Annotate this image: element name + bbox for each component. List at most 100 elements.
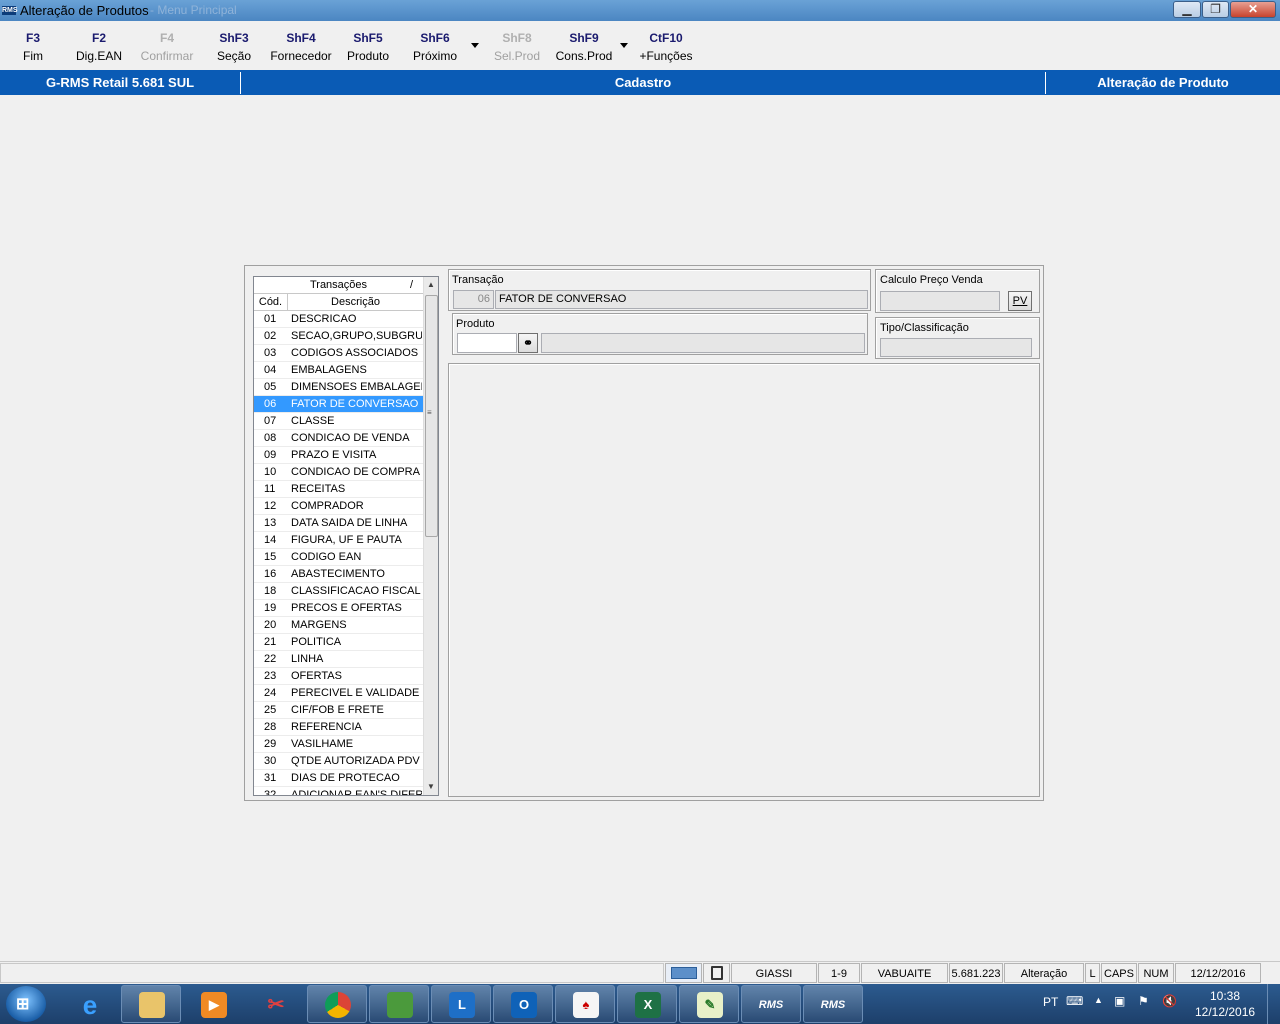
- shortcut-key: ShF5: [353, 31, 383, 45]
- taskbar-rms-2[interactable]: RMS: [803, 985, 863, 1023]
- button-label: +Funções: [639, 49, 693, 63]
- pv-button[interactable]: PV: [1008, 291, 1032, 311]
- transaction-description: CODIGOS ASSOCIADOS: [291, 347, 419, 359]
- toolbar-button-dig-ean[interactable]: F2 Dig.EAN: [64, 31, 134, 63]
- transaction-row[interactable]: 30 QTDE AUTORIZADA PDV: [254, 753, 423, 770]
- transaction-row[interactable]: 32 ADICIONAR EAN'S DIFERE: [254, 787, 423, 795]
- transaction-row[interactable]: 21 POLITICA: [254, 634, 423, 651]
- transaction-row[interactable]: 08 CONDICAO DE VENDA: [254, 430, 423, 447]
- taskbar-snipping-tool[interactable]: ✂: [245, 985, 305, 1023]
- scrollbar-thumb[interactable]: ≡: [425, 295, 438, 537]
- transaction-row[interactable]: 28 REFERENCIA: [254, 719, 423, 736]
- scroll-up-arrow-icon[interactable]: ▲: [427, 280, 435, 289]
- toolbar-button-cons-prod[interactable]: ShF9 Cons.Prod: [549, 31, 619, 63]
- proximo-dropdown-arrow-icon[interactable]: [471, 43, 479, 48]
- transaction-row[interactable]: 04 EMBALAGENS: [254, 362, 423, 379]
- transaction-row[interactable]: 13 DATA SAIDA DE LINHA: [254, 515, 423, 532]
- toolbar-button-proximo[interactable]: ShF6 Próximo: [400, 31, 470, 63]
- close-button[interactable]: ✕: [1230, 1, 1276, 18]
- language-indicator[interactable]: PT: [1043, 995, 1058, 1009]
- transaction-code: 14: [264, 534, 277, 546]
- transactions-scrollbar[interactable]: ▲ ≡ ▼: [423, 277, 438, 795]
- keyboard-tray-icon[interactable]: ⌨: [1066, 994, 1083, 1008]
- taskbar-internet-explorer[interactable]: e: [59, 985, 119, 1023]
- toolbar-button-produto[interactable]: ShF5 Produto: [333, 31, 403, 63]
- folder-icon: [139, 992, 165, 1018]
- tipo-classificacao-group: Tipo/Classificação: [875, 317, 1040, 359]
- shortcut-key: F3: [25, 31, 40, 45]
- taskbar-lync[interactable]: L: [431, 985, 491, 1023]
- transaction-row[interactable]: 31 DIAS DE PROTECAO: [254, 770, 423, 787]
- transaction-row[interactable]: 10 CONDICAO DE COMPRA: [254, 464, 423, 481]
- transaction-row[interactable]: 29 VASILHAME: [254, 736, 423, 753]
- transaction-row[interactable]: 09 PRAZO E VISITA: [254, 447, 423, 464]
- window-title: Alteração de Produtos: [20, 3, 149, 18]
- clock-date[interactable]: 12/12/2016: [1195, 1005, 1255, 1019]
- column-header-code[interactable]: Cód.: [254, 294, 288, 311]
- taskbar-rms-db[interactable]: [369, 985, 429, 1023]
- keyboard-icon[interactable]: [665, 963, 702, 983]
- transaction-row[interactable]: 01 DESCRICAO: [254, 311, 423, 328]
- transaction-row[interactable]: 22 LINHA: [254, 651, 423, 668]
- binoculars-icon: ⚭: [522, 336, 534, 350]
- taskbar-file-explorer[interactable]: [121, 985, 181, 1023]
- transaction-row[interactable]: 05 DIMENSOES EMBALAGEM: [254, 379, 423, 396]
- status-caps: CAPS: [1101, 963, 1137, 983]
- clipboard-icon[interactable]: [703, 963, 730, 983]
- internet-explorer-icon: e: [82, 990, 98, 1020]
- transaction-row[interactable]: 24 PERECIVEL E VALIDADE: [254, 685, 423, 702]
- transacao-code-field[interactable]: 06: [453, 290, 494, 309]
- cons-prod-dropdown-arrow-icon[interactable]: [620, 43, 628, 48]
- taskbar-notepad-plus-plus[interactable]: ✎: [679, 985, 739, 1023]
- transaction-description: QTDE AUTORIZADA PDV: [291, 755, 420, 767]
- taskbar-chrome[interactable]: [307, 985, 367, 1023]
- toolbar-button-mais-funcoes[interactable]: CtF10 +Funções: [631, 31, 701, 63]
- transaction-row[interactable]: 19 PRECOS E OFERTAS: [254, 600, 423, 617]
- toolbar-button-secao[interactable]: ShF3 Seção: [199, 31, 269, 63]
- start-button[interactable]: ⊞: [6, 986, 46, 1022]
- transaction-code: 30: [264, 755, 277, 767]
- taskbar-excel[interactable]: X: [617, 985, 677, 1023]
- taskbar-solitaire[interactable]: ♠: [555, 985, 615, 1023]
- windows-logo-icon: ⊞: [16, 996, 30, 1013]
- network-icon[interactable]: ▣: [1114, 994, 1125, 1008]
- transaction-description: EMBALAGENS: [291, 364, 367, 376]
- column-header-description[interactable]: Descrição: [288, 294, 423, 311]
- show-hidden-icons-icon[interactable]: ▲: [1094, 995, 1103, 1005]
- transactions-header[interactable]: Transações /: [254, 277, 423, 294]
- taskbar-media-player[interactable]: ▶: [183, 985, 243, 1023]
- scroll-down-arrow-icon[interactable]: ▼: [427, 782, 435, 791]
- transaction-row[interactable]: 06 FATOR DE CONVERSAO: [254, 396, 423, 413]
- transaction-row[interactable]: 03 CODIGOS ASSOCIADOS: [254, 345, 423, 362]
- transaction-row[interactable]: 20 MARGENS: [254, 617, 423, 634]
- transaction-row[interactable]: 12 COMPRADOR: [254, 498, 423, 515]
- clock-time[interactable]: 10:38: [1210, 989, 1240, 1003]
- shortcut-key: CtF10: [649, 31, 683, 45]
- volume-muted-icon[interactable]: 🔇: [1162, 994, 1177, 1008]
- transaction-row[interactable]: 02 SECAO,GRUPO,SUBGRUPO: [254, 328, 423, 345]
- transaction-row[interactable]: 14 FIGURA, UF E PAUTA: [254, 532, 423, 549]
- toolbar-button-fornecedor[interactable]: ShF4 Fornecedor: [266, 31, 336, 63]
- transaction-row[interactable]: 11 RECEITAS: [254, 481, 423, 498]
- windows-taskbar: ⊞ e ▶ ✂ L O ♠ X ✎ RMS RMS PT ⌨ ▲ ▣ ⚑ 🔇 1…: [0, 984, 1280, 1024]
- minimize-button[interactable]: ▁: [1173, 1, 1201, 18]
- toolbar-button-confirmar[interactable]: F4 Confirmar: [132, 31, 202, 63]
- taskbar-rms-1[interactable]: RMS: [741, 985, 801, 1023]
- action-center-flag-icon[interactable]: ⚑: [1138, 994, 1149, 1008]
- maximize-button[interactable]: ❐: [1202, 1, 1229, 18]
- transaction-row[interactable]: 25 CIF/FOB E FRETE: [254, 702, 423, 719]
- transactions-list[interactable]: Transações / Cód. Descrição 01 DESCRICAO 0…: [253, 276, 439, 796]
- taskbar-outlook[interactable]: O: [493, 985, 553, 1023]
- transaction-row[interactable]: 15 CODIGO EAN: [254, 549, 423, 566]
- show-desktop-button[interactable]: [1267, 984, 1280, 1024]
- transaction-row[interactable]: 07 CLASSE: [254, 413, 423, 430]
- transaction-row[interactable]: 18 CLASSIFICACAO FISCAL: [254, 583, 423, 600]
- transaction-row[interactable]: 16 ABASTECIMENTO: [254, 566, 423, 583]
- transaction-code: 20: [264, 619, 277, 631]
- transaction-row[interactable]: 23 OFERTAS: [254, 668, 423, 685]
- transaction-description: REFERENCIA: [291, 721, 362, 733]
- binoculars-search-button[interactable]: ⚭: [518, 333, 538, 353]
- toolbar-button-sel-prod[interactable]: ShF8 Sel.Prod: [482, 31, 552, 63]
- produto-code-input[interactable]: [457, 333, 517, 353]
- toolbar-button-fim[interactable]: F3 Fim: [0, 31, 68, 63]
